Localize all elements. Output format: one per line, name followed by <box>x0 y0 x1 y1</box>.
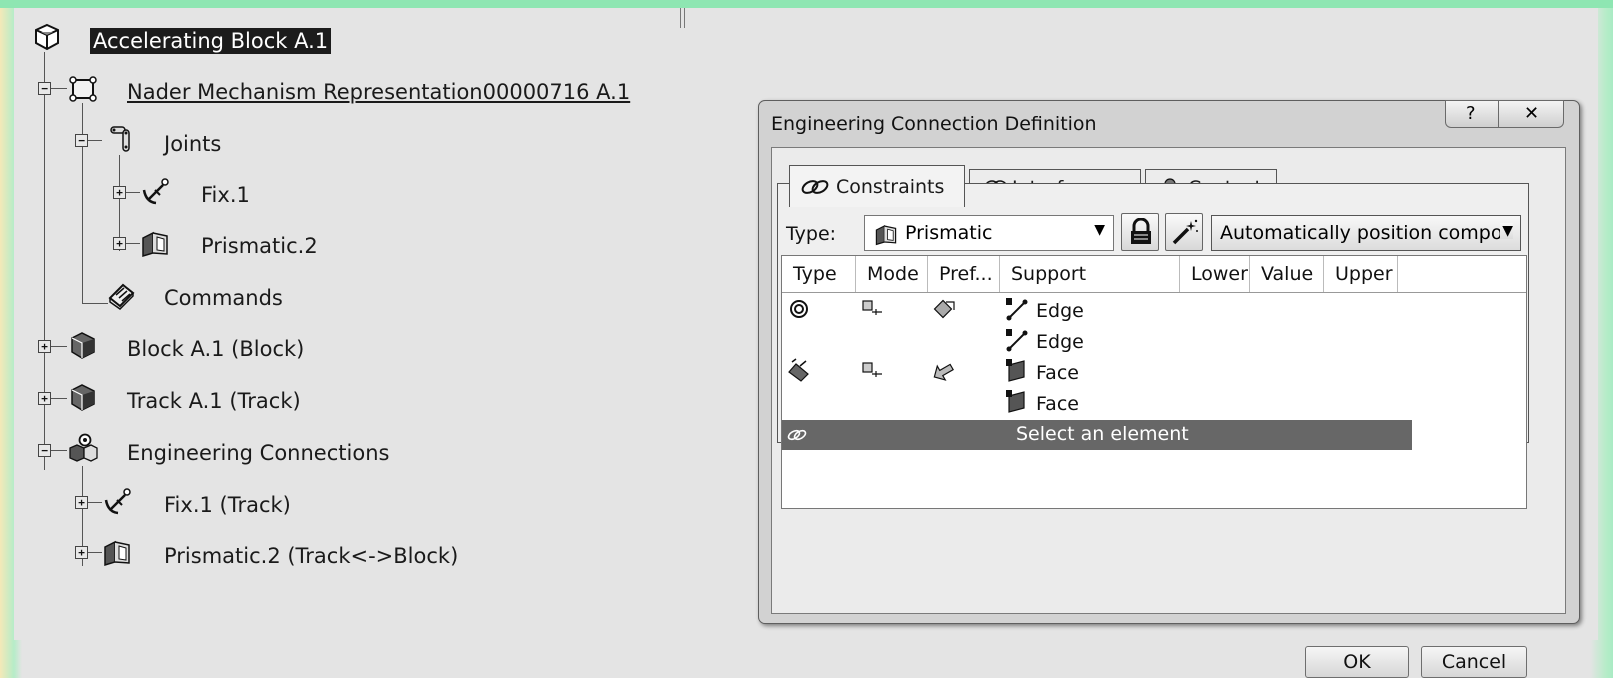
type-combobox[interactable]: Prismatic ▼ <box>864 215 1114 251</box>
face-icon <box>1004 357 1030 383</box>
fix-anchor-icon[interactable] <box>140 176 170 206</box>
edge-icon <box>1004 327 1030 353</box>
tree-item-fix[interactable]: Fix.1 <box>201 183 250 207</box>
constraints-table: Type Mode Pref... Support Lower Value Up… <box>781 255 1527 509</box>
commands-icon[interactable] <box>106 280 136 310</box>
tree-connector <box>126 243 140 244</box>
support-edge-2[interactable]: Edge <box>1036 331 1084 353</box>
expand-toggle[interactable]: + <box>113 237 126 250</box>
tree-item-fix-track[interactable]: Fix.1 (Track) <box>164 493 291 517</box>
tree-connector <box>82 303 108 304</box>
help-icon: ? <box>1466 103 1476 124</box>
collapse-toggle[interactable]: − <box>75 134 88 147</box>
tree-item-engineering-connections[interactable]: Engineering Connections <box>127 441 389 465</box>
tree-connector <box>51 88 67 89</box>
expand-toggle[interactable]: + <box>38 340 51 353</box>
lock-icon <box>1128 218 1154 246</box>
mode-icon <box>860 360 884 380</box>
ok-button[interactable]: OK <box>1305 646 1409 678</box>
collapse-toggle[interactable]: − <box>38 82 51 95</box>
mechanism-icon[interactable] <box>68 74 98 104</box>
tree-connector <box>126 192 140 193</box>
edge-icon <box>1004 296 1030 322</box>
prismatic-joint-icon <box>873 222 899 246</box>
specification-tree: Accelerating Block A.1 − Nader Mechanism… <box>0 0 700 640</box>
chevron-down-icon[interactable]: ▼ <box>1500 223 1513 239</box>
lock-button[interactable] <box>1121 213 1159 251</box>
part-icon[interactable] <box>68 330 98 360</box>
tree-item-joints[interactable]: Joints <box>164 132 221 156</box>
fix-anchor-icon[interactable] <box>102 486 132 516</box>
dialog-title: Engineering Connection Definition <box>771 113 1097 135</box>
select-element-text: Select an element <box>1016 423 1189 445</box>
tree-item-commands[interactable]: Commands <box>164 286 283 310</box>
auto-position-value: Automatically position compor <box>1220 222 1511 244</box>
engineering-connection-dialog: Engineering Connection Definition ? ✕ Co… <box>758 100 1580 678</box>
tree-connector <box>51 346 67 347</box>
tree-item-track[interactable]: Track A.1 (Track) <box>127 389 301 413</box>
tree-connector <box>44 52 45 470</box>
constraints-icon <box>800 176 830 198</box>
tree-connector <box>88 502 102 503</box>
tree-item-block[interactable]: Block A.1 (Block) <box>127 337 304 361</box>
chain-link-icon <box>786 425 808 445</box>
close-button[interactable]: ✕ <box>1498 100 1564 128</box>
support-edge-1[interactable]: Edge <box>1036 300 1084 322</box>
assembly-icon[interactable] <box>32 22 62 52</box>
prismatic-joint-icon[interactable] <box>102 537 132 567</box>
tree-root-label[interactable]: Accelerating Block A.1 <box>90 28 332 54</box>
tab-label: Constraints <box>836 175 945 198</box>
tree-item-mechanism[interactable]: Nader Mechanism Representation00000716 A… <box>127 80 630 104</box>
preference-icon <box>930 360 956 382</box>
part-icon[interactable] <box>68 382 98 412</box>
tree-connector <box>51 450 67 451</box>
tree-connector <box>51 398 67 399</box>
help-button[interactable]: ? <box>1445 100 1499 128</box>
cancel-button[interactable]: Cancel <box>1421 646 1527 678</box>
tree-connector <box>88 552 102 553</box>
table-row-select-element[interactable]: Select an element <box>782 420 1412 450</box>
column-header-preference[interactable]: Pref... <box>928 256 1000 292</box>
prismatic-joint-icon[interactable] <box>140 228 170 258</box>
joints-icon[interactable] <box>106 124 136 154</box>
column-header-value[interactable]: Value <box>1250 256 1324 292</box>
column-header-lower[interactable]: Lower <box>1180 256 1250 292</box>
face-icon <box>1004 388 1030 414</box>
preference-icon <box>932 298 956 320</box>
column-header-mode[interactable]: Mode <box>856 256 928 292</box>
support-face-1[interactable]: Face <box>1036 362 1079 384</box>
collapse-toggle[interactable]: − <box>38 444 51 457</box>
chevron-down-icon[interactable]: ▼ <box>1094 222 1105 238</box>
table-header: Type Mode Pref... Support Lower Value Up… <box>782 256 1526 293</box>
tree-item-prismatic[interactable]: Prismatic.2 <box>201 234 318 258</box>
contact-surface-icon <box>786 358 812 382</box>
close-icon: ✕ <box>1524 103 1540 124</box>
support-face-2[interactable]: Face <box>1036 393 1079 415</box>
coincidence-icon <box>788 298 810 320</box>
expand-toggle[interactable]: + <box>113 186 126 199</box>
magic-wand-button[interactable] <box>1165 213 1203 251</box>
expand-toggle[interactable]: + <box>75 546 88 559</box>
tree-item-prismatic-track-block[interactable]: Prismatic.2 (Track<->Block) <box>164 544 458 568</box>
tree-connector <box>82 103 83 303</box>
engineering-connections-icon[interactable] <box>68 432 98 462</box>
mode-icon <box>860 298 884 318</box>
auto-position-dropdown[interactable]: Automatically position compor ▼ <box>1211 215 1521 251</box>
tree-connector <box>88 140 102 141</box>
expand-toggle[interactable]: + <box>75 496 88 509</box>
column-header-upper[interactable]: Upper <box>1324 256 1398 292</box>
column-header-type[interactable]: Type <box>782 256 856 292</box>
tab-constraints[interactable]: Constraints <box>789 165 965 207</box>
type-combobox-value: Prismatic <box>905 222 993 244</box>
type-label: Type: <box>786 223 837 245</box>
expand-toggle[interactable]: + <box>38 392 51 405</box>
magic-wand-icon <box>1171 218 1199 246</box>
column-header-support[interactable]: Support <box>1000 256 1180 292</box>
